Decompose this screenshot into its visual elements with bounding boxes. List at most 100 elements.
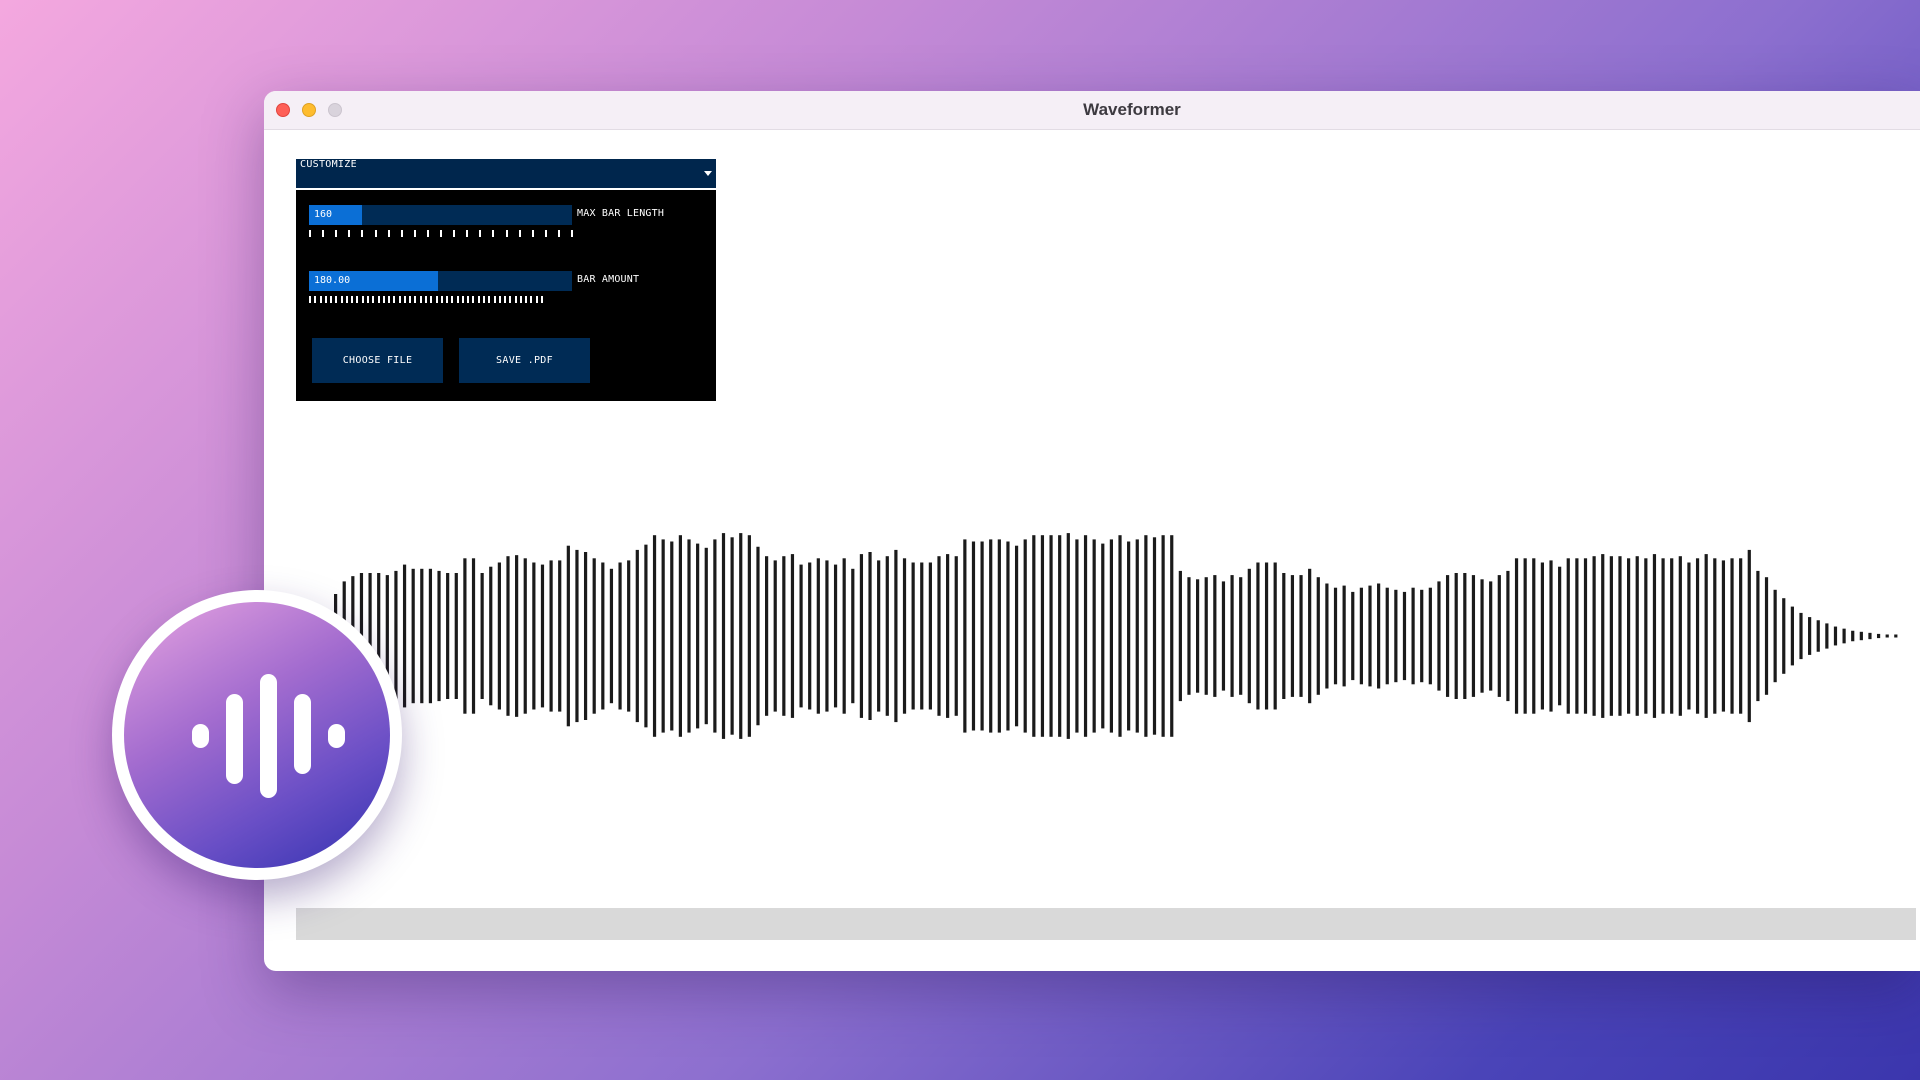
waveform-bar — [635, 549, 639, 723]
waveform-bar — [902, 558, 907, 714]
slider-tick — [356, 296, 358, 303]
waveform-bar — [1187, 577, 1191, 695]
waveform-bar — [687, 539, 691, 733]
waveform-bar — [980, 541, 984, 731]
waveform-bar — [859, 554, 864, 718]
slider-tick — [388, 230, 390, 237]
waveform-bar — [963, 539, 967, 733]
waveform-bar — [540, 564, 545, 708]
waveform-bar — [480, 573, 484, 699]
waveform-bar — [652, 535, 657, 737]
waveform-bar — [1756, 570, 1760, 702]
slider-tick — [335, 230, 337, 237]
slider-tick — [388, 296, 390, 303]
slider-tick — [393, 296, 395, 303]
waveform-bar — [1713, 558, 1717, 714]
waveform-bar — [1316, 577, 1320, 695]
waveform-bar — [1368, 585, 1372, 687]
slider-tick — [351, 296, 353, 303]
slider-tick — [541, 296, 543, 303]
waveform-bar — [1127, 541, 1131, 731]
slider-tick — [506, 230, 508, 237]
waveform-bar — [532, 562, 536, 710]
choose-file-button[interactable]: CHOOSE FILE — [312, 338, 443, 383]
waveform-bar — [1230, 575, 1234, 697]
bar-amount-slider[interactable]: 180.00 — [309, 271, 572, 291]
waveform-bar — [583, 552, 588, 720]
slider-tick — [314, 296, 316, 303]
waveform-bar — [1627, 558, 1631, 714]
waveform-bar — [1497, 575, 1501, 697]
slider-tick — [504, 296, 506, 303]
waveform-bar — [609, 568, 614, 704]
slider-tick — [427, 230, 429, 237]
slider-tick — [436, 296, 438, 303]
waveform-bar — [661, 539, 665, 733]
slider-tick — [571, 230, 573, 237]
slider-tick — [335, 296, 337, 303]
bar-amount-label: BAR AMOUNT — [577, 274, 640, 285]
save-pdf-button[interactable]: SAVE .PDF — [459, 338, 590, 383]
waveform-bar — [428, 568, 433, 704]
waveform-bar — [1040, 535, 1045, 737]
waveform-bar — [1196, 579, 1200, 693]
waveform-canvas — [334, 533, 1898, 739]
max-bar-length-slider[interactable]: 160 — [309, 205, 572, 225]
waveform-bar — [1411, 587, 1415, 685]
waveform-bar — [1247, 568, 1251, 704]
waveform-bar — [997, 539, 1001, 733]
slider-tick — [545, 230, 547, 237]
max-bar-length-label: MAX BAR LENGTH — [577, 208, 665, 219]
waveform-bar — [1773, 589, 1777, 683]
waveform-bar — [1144, 535, 1148, 737]
slider-tick — [409, 296, 411, 303]
slider-tick — [430, 296, 432, 303]
slider-tick — [520, 296, 522, 303]
waveform-bar — [1842, 628, 1846, 644]
customize-label: CUSTOMIZE — [300, 159, 357, 170]
slider-tick — [309, 230, 311, 237]
slider-tick — [322, 230, 324, 237]
waveform-bar — [696, 543, 700, 729]
waveform-bar — [446, 573, 450, 699]
waveform-bar — [1204, 577, 1208, 695]
waveform-bar — [1342, 585, 1346, 687]
waveform-bar — [515, 555, 519, 717]
slider-tick — [509, 296, 511, 303]
waveform-bar — [1333, 587, 1338, 685]
title-bar[interactable]: Waveformer — [264, 91, 1920, 130]
waveform-bar — [1135, 539, 1139, 733]
slider-tick — [346, 296, 348, 303]
waveform-bar — [1609, 556, 1613, 716]
waveform-bar — [1170, 535, 1174, 737]
waveform-bar — [1808, 617, 1812, 655]
waveform-bar — [1739, 558, 1743, 714]
waveform-bar — [1480, 579, 1484, 693]
waveform-bar — [1325, 583, 1329, 689]
waveform-bar — [1428, 587, 1432, 685]
waveform-bar — [1178, 570, 1182, 702]
waveform-bar — [1213, 575, 1217, 697]
customize-dropdown-header[interactable]: CUSTOMIZE — [296, 159, 716, 190]
waveform-bar — [868, 552, 872, 720]
waveform-bar — [790, 554, 795, 718]
waveform-bar — [842, 558, 846, 714]
waveform-bar — [1489, 581, 1493, 691]
waveform-bar — [1032, 535, 1036, 737]
waveform-bar — [523, 558, 527, 714]
slider-tick — [348, 230, 350, 237]
slider-tick — [483, 296, 485, 303]
slider-tick — [446, 296, 448, 303]
waveform-bar — [506, 556, 510, 716]
bar-amount-value: 180.00 — [314, 275, 351, 286]
waveform-bar — [877, 560, 881, 712]
waveform-bar — [618, 562, 622, 710]
waveform-bar — [885, 556, 889, 716]
slider-tick — [472, 296, 474, 303]
waveform-bar — [1592, 556, 1596, 716]
slider-tick — [492, 230, 494, 237]
waveform-bar — [489, 566, 493, 706]
window-title: Waveformer — [1083, 100, 1181, 119]
waveform-bar — [1437, 581, 1441, 691]
waveform-bar — [670, 541, 674, 731]
